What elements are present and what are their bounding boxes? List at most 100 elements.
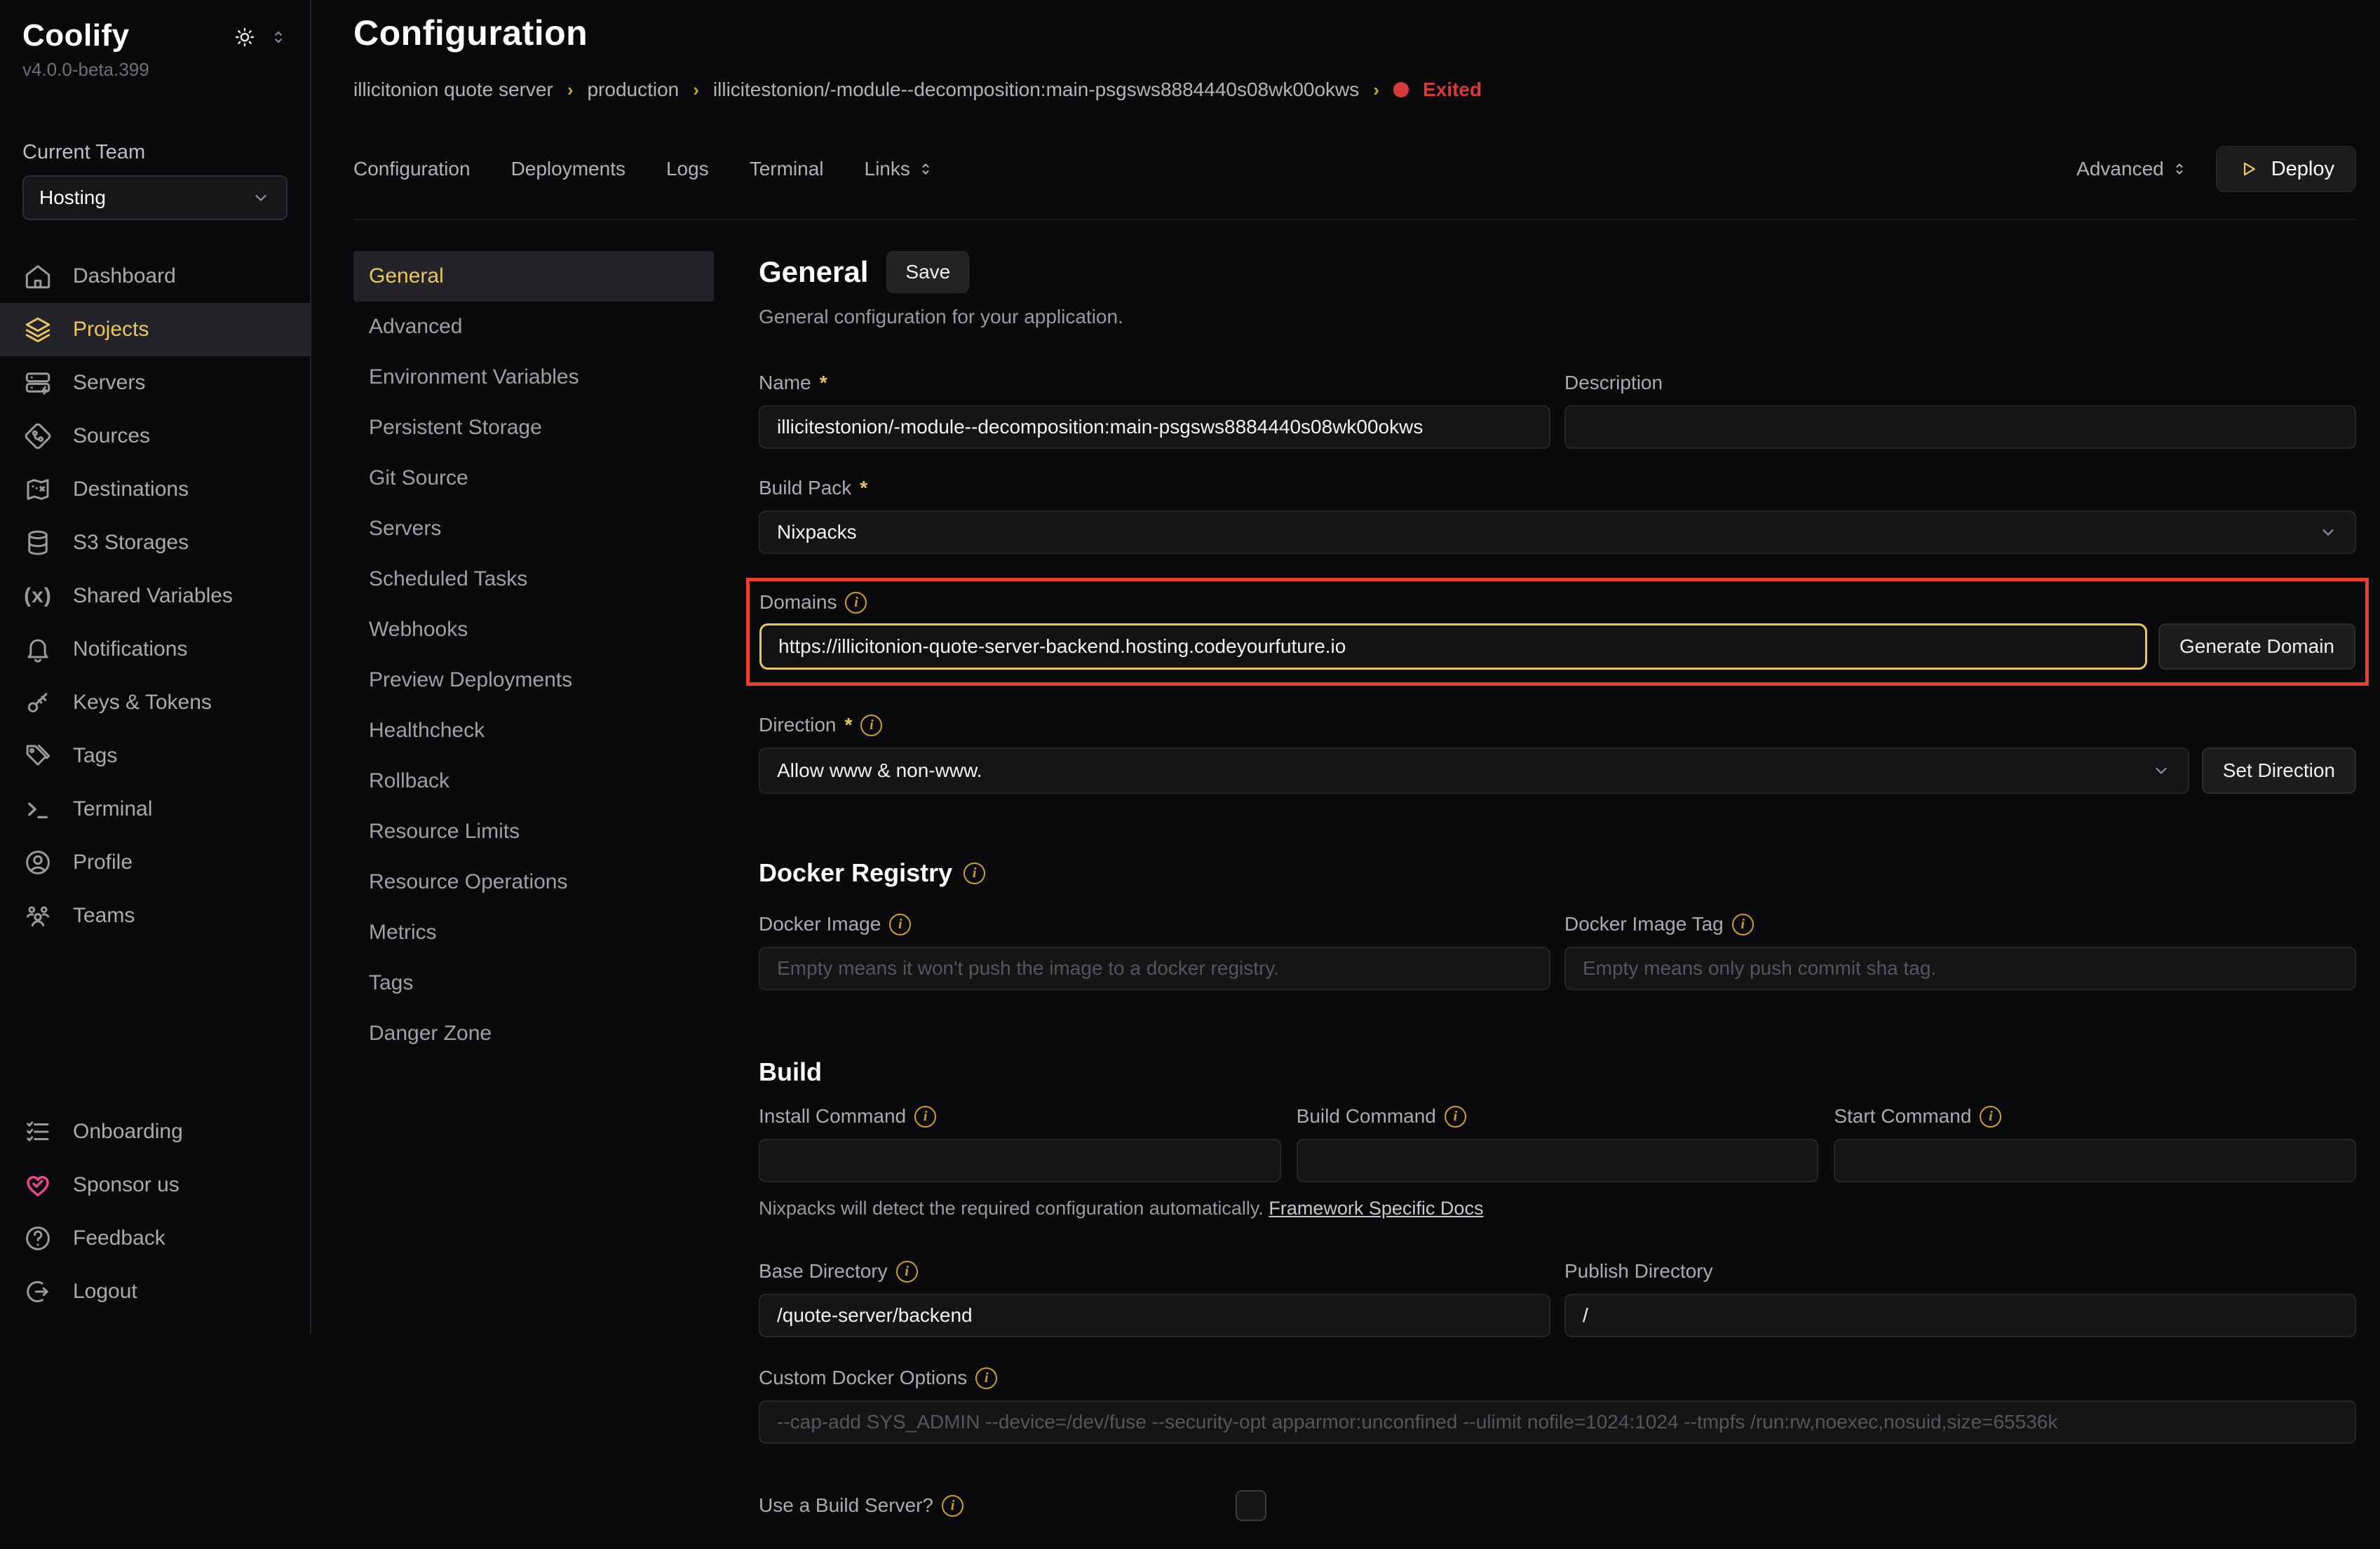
sidebar-item-onboarding[interactable]: Onboarding xyxy=(0,1105,310,1158)
general-form: General Save General configuration for y… xyxy=(759,251,2356,1549)
publish-directory-input[interactable] xyxy=(1564,1294,2356,1337)
name-input[interactable] xyxy=(759,405,1550,449)
sidebar-item-projects[interactable]: Projects xyxy=(0,303,310,356)
build-pack-value: Nixpacks xyxy=(777,521,857,543)
chevron-down-icon xyxy=(2151,761,2171,780)
build-pack-select[interactable]: Nixpacks xyxy=(759,510,2356,554)
chevron-right-icon: › xyxy=(693,79,699,101)
sidebar-item-destinations[interactable]: Destinations xyxy=(0,463,310,516)
breadcrumb-environment[interactable]: production xyxy=(587,79,679,101)
sidebar-item-keys-tokens[interactable]: Keys & Tokens xyxy=(0,676,310,729)
framework-docs-link[interactable]: Framework Specific Docs xyxy=(1269,1198,1483,1219)
breadcrumb: illicitonion quote server › production ›… xyxy=(353,79,2356,101)
sidebar-nav: Dashboard Projects Servers Sources Desti… xyxy=(0,250,310,942)
sidebar-item-logout[interactable]: Logout xyxy=(0,1265,310,1318)
advanced-dropdown[interactable]: Advanced xyxy=(2076,158,2188,180)
domains-input[interactable] xyxy=(759,623,2147,670)
subnav-item-resource-limits[interactable]: Resource Limits xyxy=(353,806,714,857)
breadcrumb-project[interactable]: illicitonion quote server xyxy=(353,79,553,101)
custom-docker-options-label: Custom Docker Options xyxy=(759,1367,967,1389)
sidebar-item-label: Keys & Tokens xyxy=(73,691,212,715)
home-icon xyxy=(22,261,53,292)
section-heading-general: General xyxy=(759,255,868,289)
subnav-item-persistent-storage[interactable]: Persistent Storage xyxy=(353,403,714,453)
description-input[interactable] xyxy=(1564,405,2356,449)
deploy-button-label: Deploy xyxy=(2271,158,2334,181)
subnav-item-metrics[interactable]: Metrics xyxy=(353,907,714,958)
main-area: Configuration illicitonion quote server … xyxy=(311,0,2380,1334)
nixpacks-note: Nixpacks will detect the required config… xyxy=(759,1198,1264,1219)
theme-sun-icon[interactable] xyxy=(233,25,257,49)
sidebar-footer-nav: Onboarding Sponsor us Feedback Logout xyxy=(0,1105,310,1318)
sidebar-item-notifications[interactable]: Notifications xyxy=(0,623,310,676)
info-icon: i xyxy=(964,863,985,884)
team-select[interactable]: Hosting xyxy=(22,175,288,220)
server-icon xyxy=(22,367,53,398)
subnav-item-scheduled-tasks[interactable]: Scheduled Tasks xyxy=(353,554,714,604)
subnav-item-git-source[interactable]: Git Source xyxy=(353,453,714,503)
sidebar-item-feedback[interactable]: Feedback xyxy=(0,1212,310,1265)
section-heading-build: Build xyxy=(759,1057,822,1087)
git-source-icon xyxy=(22,421,53,452)
required-marker: * xyxy=(860,477,867,499)
sidebar-item-s3-storages[interactable]: S3 Storages xyxy=(0,516,310,569)
subnav-item-rollback[interactable]: Rollback xyxy=(353,756,714,806)
sidebar-item-tags[interactable]: Tags xyxy=(0,729,310,783)
bell-icon xyxy=(22,634,53,665)
base-directory-input[interactable] xyxy=(759,1294,1550,1337)
logo-row: Coolify xyxy=(0,18,310,53)
sidebar-item-servers[interactable]: Servers xyxy=(0,356,310,410)
chevron-down-icon xyxy=(251,188,271,208)
build-command-input[interactable] xyxy=(1297,1139,1819,1182)
info-icon: i xyxy=(1732,914,1754,935)
save-button[interactable]: Save xyxy=(886,251,969,293)
docker-image-input[interactable] xyxy=(759,947,1550,990)
install-command-input[interactable] xyxy=(759,1139,1281,1182)
subnav-item-resource-operations[interactable]: Resource Operations xyxy=(353,857,714,907)
subnav-item-environment-variables[interactable]: Environment Variables xyxy=(353,352,714,403)
sidebar-item-sponsor-us[interactable]: Sponsor us xyxy=(0,1158,310,1212)
tab-links[interactable]: Links xyxy=(865,158,934,180)
sidebar-item-sources[interactable]: Sources xyxy=(0,410,310,463)
tab-terminal[interactable]: Terminal xyxy=(750,158,824,180)
subnav-item-servers[interactable]: Servers xyxy=(353,503,714,554)
sidebar-item-dashboard[interactable]: Dashboard xyxy=(0,250,310,303)
domains-label: Domains xyxy=(759,591,837,614)
docker-image-label: Docker Image xyxy=(759,913,881,935)
subnav-item-general[interactable]: General xyxy=(353,251,714,302)
custom-docker-options-input[interactable] xyxy=(759,1400,2356,1444)
key-icon xyxy=(22,687,53,718)
sidebar-item-label: Dashboard xyxy=(73,264,176,288)
sidebar-item-label: Destinations xyxy=(73,478,189,501)
subnav-item-advanced[interactable]: Advanced xyxy=(353,302,714,352)
docker-image-tag-input[interactable] xyxy=(1564,947,2356,990)
docker-image-tag-label: Docker Image Tag xyxy=(1564,913,1724,935)
build-server-checkbox[interactable] xyxy=(1236,1490,1266,1521)
subnav-item-preview-deployments[interactable]: Preview Deployments xyxy=(353,655,714,705)
variable-icon: (x) xyxy=(22,581,53,611)
sidebar-item-label: Tags xyxy=(73,744,117,768)
tab-configuration[interactable]: Configuration xyxy=(353,158,471,180)
subnav-item-danger-zone[interactable]: Danger Zone xyxy=(353,1008,714,1059)
start-command-input[interactable] xyxy=(1834,1139,2356,1182)
section-subtitle: General configuration for your applicati… xyxy=(759,306,2356,328)
subnav-item-webhooks[interactable]: Webhooks xyxy=(353,604,714,655)
description-label: Description xyxy=(1564,372,1663,394)
sidebar-item-teams[interactable]: Teams xyxy=(0,889,310,942)
base-directory-label: Base Directory xyxy=(759,1260,888,1283)
direction-select[interactable]: Allow www & non-www. xyxy=(759,748,2189,794)
breadcrumb-application[interactable]: illicitestonion/-module--decomposition:m… xyxy=(713,79,1359,101)
sidebar-item-shared-variables[interactable]: (x) Shared Variables xyxy=(0,569,310,623)
set-direction-button[interactable]: Set Direction xyxy=(2202,748,2356,794)
sidebar-item-terminal[interactable]: Terminal xyxy=(0,783,310,836)
tab-deployments[interactable]: Deployments xyxy=(511,158,626,180)
tab-logs[interactable]: Logs xyxy=(666,158,709,180)
subnav-item-healthcheck[interactable]: Healthcheck xyxy=(353,705,714,756)
theme-selector-updown-icon[interactable] xyxy=(269,28,288,46)
sidebar-item-profile[interactable]: Profile xyxy=(0,836,310,889)
deploy-button[interactable]: Deploy xyxy=(2216,146,2356,192)
advanced-label: Advanced xyxy=(2076,158,2164,180)
generate-domain-button[interactable]: Generate Domain xyxy=(2158,623,2355,670)
info-icon: i xyxy=(860,715,882,736)
subnav-item-tags[interactable]: Tags xyxy=(353,958,714,1008)
